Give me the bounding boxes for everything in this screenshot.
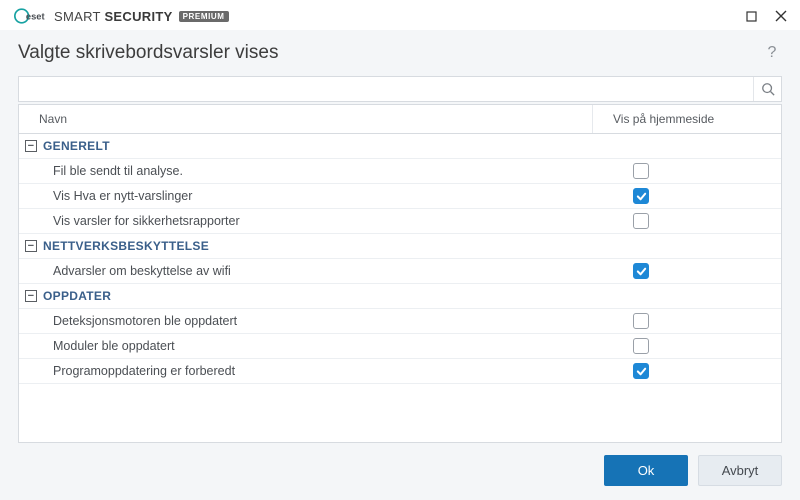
collapse-icon[interactable]: − [25,140,37,152]
search-row [18,76,782,102]
brand: eset SMART SECURITY PREMIUM [14,8,229,24]
show-on-homepage-checkbox[interactable] [633,363,649,379]
table-header: Navn Vis på hjemmeside [19,105,781,134]
notification-table: Navn Vis på hjemmeside −GENERELTFil ble … [18,104,782,443]
item-name: Deteksjonsmotoren ble oppdatert [19,309,593,333]
table-row: Deteksjonsmotoren ble oppdatert [19,309,781,334]
group-label: OPPDATER [43,289,111,303]
show-on-homepage-checkbox[interactable] [633,188,649,204]
item-name: Advarsler om beskyttelse av wifi [19,259,593,283]
ok-button[interactable]: Ok [604,455,688,486]
item-name: Programoppdatering er forberedt [19,359,593,383]
item-name: Fil ble sendt til analyse. [19,159,593,183]
group-label: NETTVERKSBESKYTTELSE [43,239,209,253]
table-row: Vis varsler for sikkerhetsrapporter [19,209,781,234]
item-check-cell [593,310,781,332]
search-icon [761,82,775,96]
group-row[interactable]: −GENERELT [19,134,781,159]
item-check-cell [593,360,781,382]
item-check-cell [593,335,781,357]
show-on-homepage-checkbox[interactable] [633,163,649,179]
search-button[interactable] [753,77,781,101]
table-body: −GENERELTFil ble sendt til analyse.Vis H… [19,134,781,442]
svg-text:eset: eset [26,11,45,21]
item-name: Vis varsler for sikkerhetsrapporter [19,209,593,233]
brand-text: SMART SECURITY [54,9,173,24]
maximize-button[interactable] [744,9,758,23]
page-title: Valgte skrivebordsvarsler vises [18,42,278,64]
table-row: Programoppdatering er forberedt [19,359,781,384]
table-row: Moduler ble oppdatert [19,334,781,359]
item-check-cell [593,185,781,207]
show-on-homepage-checkbox[interactable] [633,213,649,229]
show-on-homepage-checkbox[interactable] [633,313,649,329]
show-on-homepage-checkbox[interactable] [633,263,649,279]
collapse-icon[interactable]: − [25,240,37,252]
group-row[interactable]: −NETTVERKSBESKYTTELSE [19,234,781,259]
dialog-footer: Ok Avbryt [18,443,782,486]
table-row: Advarsler om beskyttelse av wifi [19,259,781,284]
item-check-cell [593,210,781,232]
item-name: Moduler ble oppdatert [19,334,593,358]
group-label: GENERELT [43,139,110,153]
column-header-name[interactable]: Navn [19,105,593,133]
eset-logo-icon: eset [14,8,48,24]
show-on-homepage-checkbox[interactable] [633,338,649,354]
close-button[interactable] [774,9,788,23]
content-area: Valgte skrivebordsvarsler vises ? Navn V… [0,30,800,500]
item-check-cell [593,260,781,282]
cancel-button[interactable]: Avbryt [698,455,782,486]
page-header: Valgte skrivebordsvarsler vises ? [18,42,782,64]
table-row: Fil ble sendt til analyse. [19,159,781,184]
item-name: Vis Hva er nytt-varslinger [19,184,593,208]
help-button[interactable]: ? [762,44,782,62]
item-check-cell [593,160,781,182]
collapse-icon[interactable]: − [25,290,37,302]
group-row[interactable]: −OPPDATER [19,284,781,309]
search-input[interactable] [19,77,753,101]
column-header-show[interactable]: Vis på hjemmeside [593,105,781,133]
table-row: Vis Hva er nytt-varslinger [19,184,781,209]
premium-badge: PREMIUM [179,11,229,22]
window-controls [744,9,788,23]
titlebar: eset SMART SECURITY PREMIUM [0,0,800,30]
